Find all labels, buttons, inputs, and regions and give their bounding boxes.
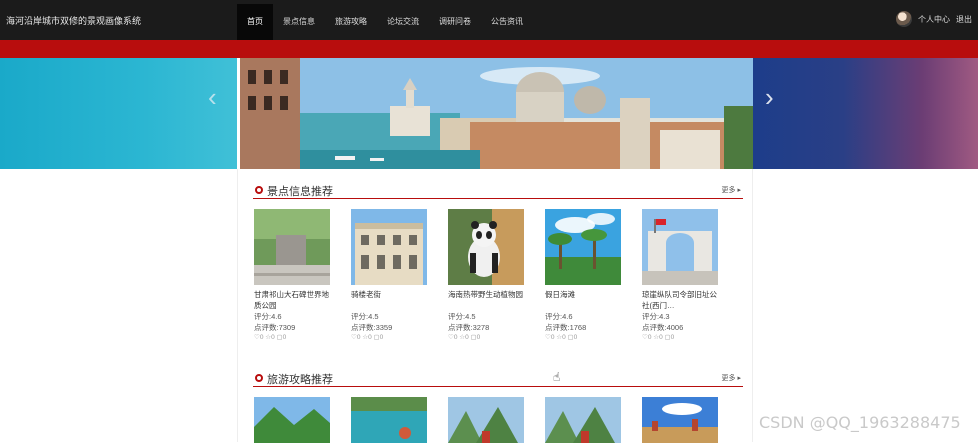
nav-forum[interactable]: 论坛交流: [377, 4, 429, 40]
attraction-rating: 评分:4.5: [351, 312, 379, 321]
banner-carousel: ‹ ›: [0, 58, 978, 169]
attraction-thumbnail[interactable]: [545, 209, 621, 285]
attraction-thumbnail[interactable]: [642, 209, 718, 285]
guide-card[interactable]: [545, 397, 623, 443]
attraction-reviews: 点评数:3278: [448, 323, 490, 332]
attraction-name[interactable]: 甘肃祁山大石碑世界地质公园: [254, 289, 332, 311]
attraction-reviews: 点评数:4006: [642, 323, 684, 332]
attraction-reviews: 点评数:3359: [351, 323, 393, 332]
attraction-thumbnail[interactable]: [351, 209, 427, 285]
attraction-card[interactable]: 琼崖纵队司令部旧址公社(西门… 评分:4.3 点评数:4006 ♡0 ☆0 ▢0: [642, 209, 720, 343]
site-title[interactable]: 海河沿岸城市双修的景观画像系统: [6, 14, 141, 27]
mouse-cursor-icon: ☝: [553, 370, 561, 384]
section-title: 旅游攻略推荐: [267, 374, 333, 386]
attraction-stats: ♡0 ☆0 ▢0: [351, 334, 384, 341]
guide-thumbnail[interactable]: [448, 397, 524, 443]
section-bullet-icon: [255, 374, 263, 382]
attraction-reviews: 点评数:1768: [545, 323, 587, 332]
nav-announcements[interactable]: 公告资讯: [481, 4, 533, 40]
attraction-stats: ♡0 ☆0 ▢0: [448, 334, 481, 341]
more-link[interactable]: 更多 ▸: [722, 185, 741, 195]
carousel-prev-icon[interactable]: ‹: [208, 84, 217, 110]
attraction-name[interactable]: 海南热带野生动植物园: [448, 289, 526, 311]
attraction-card[interactable]: 甘肃祁山大石碑世界地质公园 评分:4.6 点评数:7309 ♡0 ☆0 ▢0: [254, 209, 332, 343]
logout-link[interactable]: 退出: [956, 14, 972, 25]
attraction-name[interactable]: 假日海滩: [545, 289, 623, 311]
main-nav: 首页 景点信息 旅游攻略 论坛交流 调研问卷 公告资讯: [237, 4, 533, 40]
attraction-rating: 评分:4.5: [448, 312, 476, 321]
guides-section-header: 旅游攻略推荐 更多 ▸: [253, 359, 743, 387]
user-area: 个人中心 退出: [896, 11, 978, 27]
attraction-reviews: 点评数:7309: [254, 323, 296, 332]
avatar[interactable]: [896, 11, 912, 27]
red-accent-bar: [0, 40, 978, 58]
nav-survey[interactable]: 调研问卷: [429, 4, 481, 40]
guide-thumbnail[interactable]: [545, 397, 621, 443]
attraction-stats: ♡0 ☆0 ▢0: [254, 334, 287, 341]
banner-image-venice: [240, 58, 753, 169]
attraction-rating: 评分:4.6: [254, 312, 282, 321]
guide-card[interactable]: [642, 397, 720, 443]
attraction-card[interactable]: 假日海滩 评分:4.6 点评数:1768 ♡0 ☆0 ▢0: [545, 209, 623, 343]
top-navbar: 海河沿岸城市双修的景观画像系统 首页 景点信息 旅游攻略 论坛交流 调研问卷 公…: [0, 0, 978, 40]
attractions-section-header: 景点信息推荐 更多 ▸: [253, 171, 743, 199]
attraction-thumbnail[interactable]: [448, 209, 524, 285]
nav-attractions[interactable]: 景点信息: [273, 4, 325, 40]
attraction-card[interactable]: 海南热带野生动植物园 评分:4.5 点评数:3278 ♡0 ☆0 ▢0: [448, 209, 526, 343]
banner-side-right: [753, 58, 978, 169]
nav-guides[interactable]: 旅游攻略: [325, 4, 377, 40]
section-title: 景点信息推荐: [267, 186, 333, 198]
guide-thumbnail[interactable]: [642, 397, 718, 443]
guide-card[interactable]: [351, 397, 429, 443]
venice-scene: [240, 58, 753, 169]
main-content: 景点信息推荐 更多 ▸ 甘肃祁山大石碑世界地质公园 评分:4.6 点评数:730…: [237, 169, 753, 443]
section-bullet-icon: [255, 186, 263, 194]
user-center-link[interactable]: 个人中心: [918, 14, 950, 25]
attraction-rating: 评分:4.3: [642, 312, 670, 321]
guide-card[interactable]: [448, 397, 526, 443]
watermark: CSDN @QQ_1963288475: [759, 413, 961, 432]
banner-side-left: [0, 58, 237, 169]
attraction-name[interactable]: 骑楼老街: [351, 289, 429, 311]
guide-thumbnail[interactable]: [254, 397, 330, 443]
guide-thumbnail[interactable]: [351, 397, 427, 443]
attraction-stats: ♡0 ☆0 ▢0: [545, 334, 578, 341]
nav-home[interactable]: 首页: [237, 4, 273, 40]
attraction-name[interactable]: 琼崖纵队司令部旧址公社(西门…: [642, 289, 720, 311]
attraction-card[interactable]: 骑楼老街 评分:4.5 点评数:3359 ♡0 ☆0 ▢0: [351, 209, 429, 343]
guide-card[interactable]: [254, 397, 332, 443]
more-link[interactable]: 更多 ▸: [722, 373, 741, 383]
carousel-next-icon[interactable]: ›: [765, 84, 774, 110]
attraction-rating: 评分:4.6: [545, 312, 573, 321]
attraction-stats: ♡0 ☆0 ▢0: [642, 334, 675, 341]
attraction-thumbnail[interactable]: [254, 209, 330, 285]
